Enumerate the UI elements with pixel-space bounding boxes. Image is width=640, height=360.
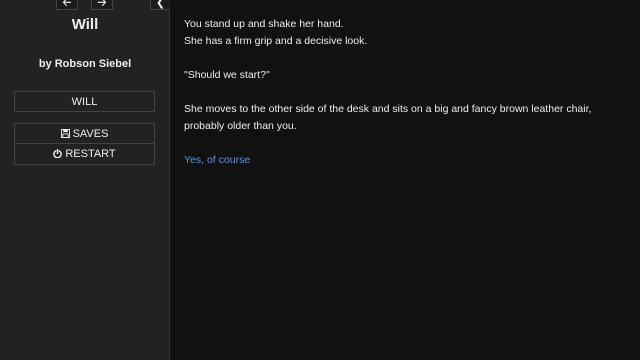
- history-forward-button[interactable]: 🡢: [91, 0, 113, 10]
- ui-bar: 🡠 🡢 ❮ Will by Robson Siebel WILL SAVES R…: [0, 0, 170, 360]
- story-menu: WILL: [14, 91, 155, 112]
- menu-item-will[interactable]: WILL: [14, 91, 155, 112]
- passage: You stand up and shake her hand. She has…: [184, 16, 630, 169]
- restart-label: RESTART: [65, 148, 116, 160]
- floppy-disk-icon: [60, 125, 70, 146]
- passage-dialogue: "Should we start?": [184, 69, 270, 81]
- history-back-button[interactable]: 🡠: [56, 0, 78, 10]
- story-title: Will: [71, 16, 99, 33]
- core-menu: SAVES RESTART: [14, 123, 155, 165]
- passage-text-line: She has a firm grip and a decisive look.: [184, 35, 368, 47]
- saves-button[interactable]: SAVES: [14, 123, 155, 144]
- power-icon: [53, 145, 63, 166]
- passage-text-line: She moves to the other side of the desk …: [184, 103, 592, 132]
- story-author: by Robson Siebel: [38, 58, 132, 70]
- arrow-left-icon: 🡠: [62, 0, 72, 9]
- passage-text-line: You stand up and shake her hand.: [184, 18, 344, 30]
- ui-bar-toggle-button[interactable]: ❮: [150, 0, 170, 10]
- saves-label: SAVES: [72, 128, 109, 140]
- choice-link-yes[interactable]: Yes, of course: [184, 154, 250, 166]
- game-screen: 🡠 🡢 ❮ Will by Robson Siebel WILL SAVES R…: [0, 0, 640, 360]
- chevron-left-icon: ❮: [155, 0, 166, 9]
- menu-item-label: WILL: [71, 96, 98, 108]
- restart-button[interactable]: RESTART: [14, 144, 155, 165]
- arrow-right-icon: 🡢: [97, 0, 107, 9]
